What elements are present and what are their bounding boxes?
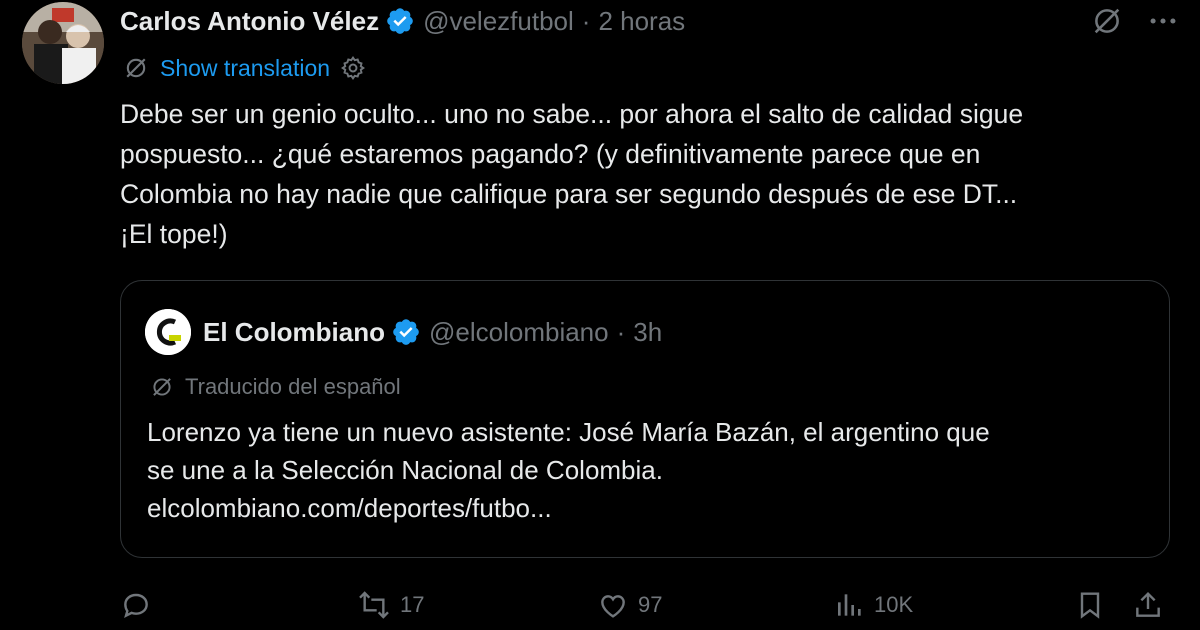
bookmark-icon [1074, 589, 1106, 621]
repost-count: 17 [400, 592, 425, 617]
share-button[interactable] [1132, 585, 1164, 625]
post-action-bar: 17 97 10K [120, 585, 1170, 625]
like-button[interactable]: 97 [596, 585, 662, 625]
show-translation-link[interactable]: Show translation [160, 55, 330, 82]
reply-icon [120, 589, 152, 621]
verified-badge-icon [385, 6, 415, 36]
quoted-post-header: El Colombiano @elcolombiano · 3h [145, 309, 662, 355]
views-chart-icon [834, 589, 866, 621]
repost-icon [356, 589, 392, 621]
post-text: Debe ser un genio oculto... uno no sabe.… [120, 94, 1180, 254]
heart-icon [596, 589, 630, 621]
post-top-actions [1090, 4, 1180, 38]
quoted-header-separator: · [616, 316, 626, 347]
views-button[interactable]: 10K [834, 585, 913, 625]
quoted-text-line: Lorenzo ya tiene un nuevo asistente: Jos… [147, 417, 990, 447]
el-colombiano-logo-icon [145, 309, 191, 355]
repost-button[interactable]: 17 [356, 585, 424, 625]
quoted-text-line: se une a la Selección Nacional de Colomb… [147, 455, 663, 485]
like-count: 97 [638, 592, 663, 617]
quoted-post[interactable]: El Colombiano @elcolombiano · 3h Traduci… [120, 280, 1170, 558]
post-text-line: Colombia no hay nadie que califique para… [120, 179, 1018, 209]
quoted-author-avatar[interactable] [145, 309, 191, 355]
header-separator: · [581, 5, 591, 36]
gear-icon[interactable] [340, 55, 366, 81]
quoted-author-handle[interactable]: @elcolombiano [429, 317, 609, 348]
quoted-author-name[interactable]: El Colombiano [203, 317, 385, 348]
author-name[interactable]: Carlos Antonio Vélez [120, 6, 379, 37]
author-avatar[interactable] [22, 2, 104, 84]
more-dots-icon[interactable] [1146, 4, 1180, 38]
translate-icon [149, 374, 175, 400]
quoted-post-text: Lorenzo ya tiene un nuevo asistente: Jos… [147, 413, 1147, 527]
share-icon [1132, 589, 1164, 621]
bookmark-button[interactable] [1074, 585, 1106, 625]
post-timestamp[interactable]: 2 horas [598, 6, 685, 37]
views-count: 10K [874, 592, 914, 617]
quoted-timestamp[interactable]: 3h [633, 317, 662, 348]
translate-icon [122, 54, 150, 82]
post-text-line: pospuesto... ¿qué estaremos pagando? (y … [120, 139, 981, 169]
quoted-link[interactable]: elcolombiano.com/deportes/futbo... [147, 489, 1147, 527]
post-text-line: Debe ser un genio oculto... uno no sabe.… [120, 99, 1024, 129]
reply-button[interactable] [120, 585, 152, 625]
post-text-line: ¡El tope!) [120, 219, 228, 249]
translated-label: Traducido del español [185, 374, 401, 399]
quoted-translation-note: Traducido del español [149, 371, 401, 403]
post-header: Carlos Antonio Vélez @velezfutbol · 2 ho… [120, 2, 685, 40]
avatar-photo [22, 2, 104, 84]
author-handle[interactable]: @velezfutbol [423, 6, 574, 37]
verified-badge-icon [391, 317, 421, 347]
grok-icon[interactable] [1090, 4, 1124, 38]
translation-row: Show translation [122, 52, 366, 84]
